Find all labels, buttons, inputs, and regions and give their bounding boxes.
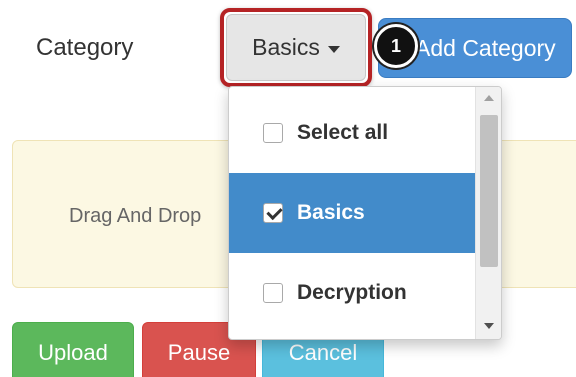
drop-zone-text: Drag And Drop — [69, 205, 202, 227]
caret-down-icon — [327, 45, 340, 53]
category-label: Category — [36, 34, 134, 61]
category-dropdown-menu: Select all Basics Decryption — [228, 86, 502, 340]
menu-item-basics[interactable]: Basics — [229, 173, 475, 253]
scroll-up-icon[interactable] — [484, 95, 494, 101]
scroll-down-icon[interactable] — [484, 323, 494, 329]
upload-button[interactable]: Upload — [12, 322, 134, 377]
step-badge: 1 — [374, 24, 418, 68]
menu-item-select-all[interactable]: Select all — [229, 93, 475, 173]
menu-item-decryption[interactable]: Decryption — [229, 253, 475, 333]
checkbox-checked-icon[interactable] — [263, 203, 283, 223]
menu-item-label: Basics — [297, 201, 365, 224]
checkbox-icon[interactable] — [263, 123, 283, 143]
dropdown-scrollbar[interactable] — [475, 87, 501, 339]
category-dropdown-value: Basics — [252, 34, 320, 60]
scroll-thumb[interactable] — [480, 115, 498, 267]
category-upload-panel: Category Add Category Drag And Drop Uplo… — [0, 0, 576, 377]
menu-item-label: Decryption — [297, 281, 407, 304]
category-dropdown-toggle[interactable]: Basics — [226, 14, 366, 81]
menu-item-label: Select all — [297, 121, 389, 144]
checkbox-icon[interactable] — [263, 283, 283, 303]
